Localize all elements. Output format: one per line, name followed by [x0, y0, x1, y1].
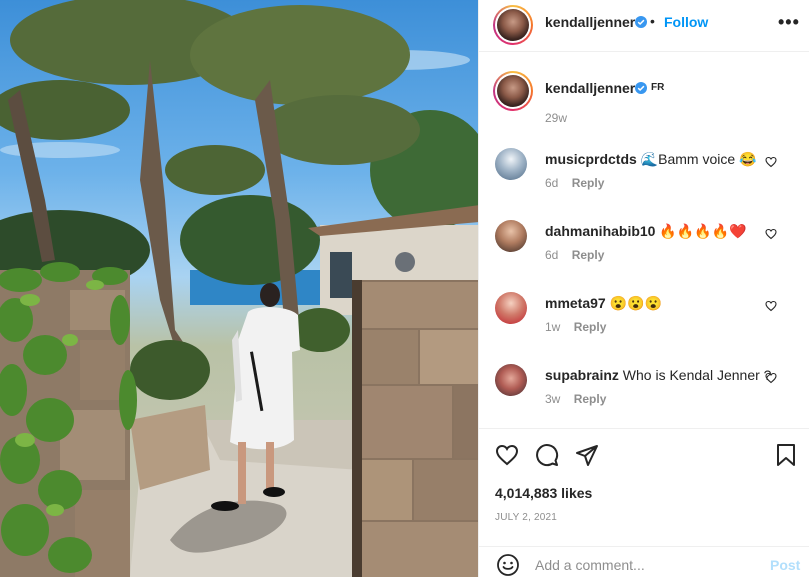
- heart-icon[interactable]: [495, 443, 519, 467]
- reply-button[interactable]: Reply: [572, 248, 605, 262]
- comment-text: 😮😮😮: [609, 295, 662, 311]
- add-comment-bar: Post: [479, 546, 809, 577]
- post-actions: 4,014,883 likes JULY 2, 2021: [479, 428, 809, 546]
- caption-username[interactable]: kendalljenner: [545, 80, 635, 96]
- caption-flag-text: FR: [651, 82, 665, 93]
- commenter-username[interactable]: dahmanihabib10: [545, 223, 655, 239]
- post-header: kendalljenner • Follow •••: [479, 0, 809, 52]
- more-options-icon[interactable]: •••: [778, 12, 800, 33]
- author-username[interactable]: kendalljenner: [545, 14, 635, 30]
- commenter-avatar[interactable]: [495, 364, 527, 396]
- author-avatar[interactable]: [493, 5, 533, 45]
- reply-button[interactable]: Reply: [574, 320, 607, 334]
- comment-item: dahmanihabib10 🔥🔥🔥🔥❤️ 6d Reply: [495, 220, 795, 276]
- comment-meta: 1w Reply: [545, 320, 606, 334]
- comment-meta: 3w Reply: [545, 392, 606, 406]
- follow-button[interactable]: Follow: [664, 14, 708, 30]
- comment-meta: 6d Reply: [545, 248, 604, 262]
- comment-item: musicprdctds 🌊Bamm voice 😂 6d Reply: [495, 148, 795, 204]
- comment-like-heart-icon[interactable]: [765, 228, 777, 240]
- comment-line: dahmanihabib10 🔥🔥🔥🔥❤️: [545, 223, 747, 240]
- comment-line: supabrainz Who is Kendal Jenner ?: [545, 367, 771, 383]
- post-photo[interactable]: [0, 0, 478, 577]
- comment-line: mmeta97 😮😮😮: [545, 295, 662, 312]
- comment-bubble-icon[interactable]: [535, 443, 559, 467]
- comment-age[interactable]: 1w: [545, 320, 560, 334]
- reply-button[interactable]: Reply: [572, 176, 605, 190]
- bookmark-icon[interactable]: [775, 443, 797, 467]
- comment-item: supabrainz Who is Kendal Jenner ? 3w Rep…: [495, 364, 795, 420]
- likes-count[interactable]: 4,014,883 likes: [495, 485, 592, 501]
- comment-input[interactable]: [535, 556, 755, 574]
- commenter-username[interactable]: supabrainz: [545, 367, 619, 383]
- commenter-avatar[interactable]: [495, 292, 527, 324]
- commenter-avatar[interactable]: [495, 148, 527, 180]
- verified-badge-icon: [635, 15, 647, 33]
- smiley-icon[interactable]: [496, 553, 520, 577]
- reply-button[interactable]: Reply: [574, 392, 607, 406]
- comment-like-heart-icon[interactable]: [765, 300, 777, 312]
- post-side-panel: kendalljenner • Follow ••• kendalljenner…: [478, 0, 809, 577]
- verified-badge-icon: [635, 81, 647, 99]
- commenter-username[interactable]: mmeta97: [545, 295, 606, 311]
- post-comment-button[interactable]: Post: [770, 557, 800, 573]
- comment-meta: 6d Reply: [545, 176, 604, 190]
- comment-age[interactable]: 6d: [545, 176, 558, 190]
- comment-line: musicprdctds 🌊Bamm voice 😂: [545, 151, 756, 168]
- comment-age[interactable]: 6d: [545, 248, 558, 262]
- comment-text: 🔥🔥🔥🔥❤️: [659, 223, 747, 239]
- comment-item: mmeta97 😮😮😮 1w Reply: [495, 292, 795, 348]
- header-separator: •: [650, 13, 655, 29]
- commenter-avatar[interactable]: [495, 220, 527, 252]
- post-date[interactable]: JULY 2, 2021: [495, 512, 557, 523]
- instagram-post: kendalljenner • Follow ••• kendalljenner…: [0, 0, 809, 577]
- post-photo-illustration: [0, 0, 478, 577]
- paper-plane-icon[interactable]: [575, 443, 599, 467]
- comment-age[interactable]: 3w: [545, 392, 560, 406]
- commenter-username[interactable]: musicprdctds: [545, 151, 637, 167]
- caption-age[interactable]: 29w: [545, 111, 567, 125]
- comment-text: 🌊Bamm voice 😂: [640, 151, 757, 167]
- comment-text: Who is Kendal Jenner ?: [622, 367, 772, 383]
- comment-like-heart-icon[interactable]: [765, 156, 777, 168]
- caption-avatar[interactable]: [493, 71, 533, 111]
- comment-like-heart-icon[interactable]: [765, 372, 777, 384]
